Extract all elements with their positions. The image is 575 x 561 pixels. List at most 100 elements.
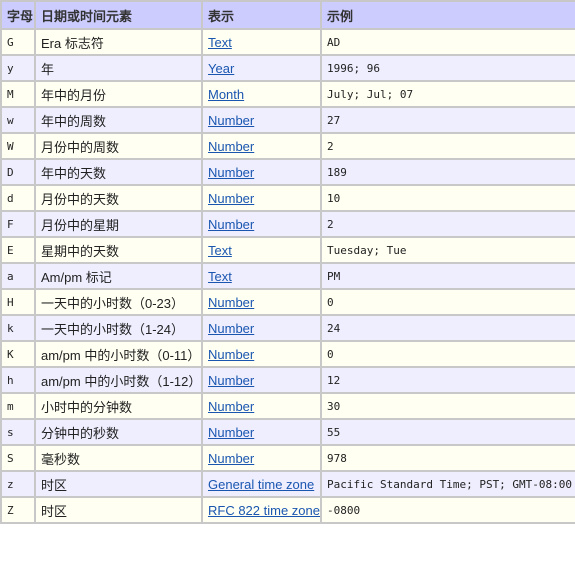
presentation-cell: Text — [201, 262, 322, 290]
presentation-link[interactable]: RFC 822 time zone — [208, 503, 319, 518]
date-time-element: 时区 — [34, 470, 203, 498]
presentation-link[interactable]: Number — [208, 191, 254, 206]
example-value: 2 — [320, 210, 575, 238]
table-row: H 一天中的小时数（0-23） Number 0 — [0, 288, 575, 316]
date-time-element: 毫秒数 — [34, 444, 203, 472]
date-time-element: 年中的天数 — [34, 158, 203, 186]
header-letter: 字母 — [0, 0, 36, 30]
example-value: 27 — [320, 106, 575, 134]
pattern-letter: S — [0, 444, 36, 472]
presentation-link[interactable]: Text — [208, 243, 232, 258]
example-value: 30 — [320, 392, 575, 420]
table-row: m 小时中的分钟数 Number 30 — [0, 392, 575, 420]
table-row: h am/pm 中的小时数（1-12） Number 12 — [0, 366, 575, 394]
presentation-link[interactable]: Number — [208, 217, 254, 232]
pattern-letter: k — [0, 314, 36, 342]
example-value: 0 — [320, 340, 575, 368]
presentation-link[interactable]: Number — [208, 347, 254, 362]
presentation-cell: General time zone — [201, 470, 322, 498]
table-row: a Am/pm 标记 Text PM — [0, 262, 575, 290]
presentation-cell: Number — [201, 210, 322, 238]
date-time-element: 分钟中的秒数 — [34, 418, 203, 446]
example-value: 24 — [320, 314, 575, 342]
header-element: 日期或时间元素 — [34, 0, 203, 30]
presentation-cell: RFC 822 time zone — [201, 496, 322, 524]
pattern-letter: F — [0, 210, 36, 238]
pattern-letter: h — [0, 366, 36, 394]
pattern-letter: s — [0, 418, 36, 446]
presentation-link[interactable]: Number — [208, 321, 254, 336]
presentation-link[interactable]: Number — [208, 373, 254, 388]
example-value: 978 — [320, 444, 575, 472]
presentation-cell: Number — [201, 132, 322, 160]
header-row: 字母 日期或时间元素 表示 示例 — [0, 0, 575, 30]
presentation-cell: Number — [201, 418, 322, 446]
presentation-link[interactable]: Year — [208, 61, 234, 76]
pattern-letter: M — [0, 80, 36, 108]
example-value: Tuesday; Tue — [320, 236, 575, 264]
date-time-element: 一天中的小时数（1-24） — [34, 314, 203, 342]
table-row: G Era 标志符 Text AD — [0, 28, 575, 56]
presentation-link[interactable]: Number — [208, 451, 254, 466]
example-value: 1996; 96 — [320, 54, 575, 82]
example-value: July; Jul; 07 — [320, 80, 575, 108]
table-row: Z 时区 RFC 822 time zone -0800 — [0, 496, 575, 524]
presentation-cell: Number — [201, 106, 322, 134]
example-value: Pacific Standard Time; PST; GMT-08:00 — [320, 470, 575, 498]
date-time-element: 年中的周数 — [34, 106, 203, 134]
table-row: D 年中的天数 Number 189 — [0, 158, 575, 186]
date-time-element: 年中的月份 — [34, 80, 203, 108]
presentation-link[interactable]: Number — [208, 399, 254, 414]
table-row: d 月份中的天数 Number 10 — [0, 184, 575, 212]
table-body: G Era 标志符 Text AD y 年 Year 1996; 96 M 年中… — [0, 28, 575, 524]
pattern-letter: w — [0, 106, 36, 134]
pattern-letter: y — [0, 54, 36, 82]
presentation-link[interactable]: Number — [208, 139, 254, 154]
date-time-element: am/pm 中的小时数（0-11） — [34, 340, 203, 368]
pattern-letter: H — [0, 288, 36, 316]
presentation-cell: Number — [201, 288, 322, 316]
date-time-element: 月份中的星期 — [34, 210, 203, 238]
pattern-letter: K — [0, 340, 36, 368]
table-row: k 一天中的小时数（1-24） Number 24 — [0, 314, 575, 342]
presentation-cell: Year — [201, 54, 322, 82]
presentation-link[interactable]: Number — [208, 295, 254, 310]
table-row: s 分钟中的秒数 Number 55 — [0, 418, 575, 446]
table-row: K am/pm 中的小时数（0-11） Number 0 — [0, 340, 575, 368]
table-row: W 月份中的周数 Number 2 — [0, 132, 575, 160]
presentation-cell: Number — [201, 444, 322, 472]
date-time-element: 时区 — [34, 496, 203, 524]
table-row: E 星期中的天数 Text Tuesday; Tue — [0, 236, 575, 264]
presentation-link[interactable]: Text — [208, 269, 232, 284]
date-time-element: 月份中的天数 — [34, 184, 203, 212]
presentation-cell: Text — [201, 28, 322, 56]
date-format-table: 字母 日期或时间元素 表示 示例 G Era 标志符 Text AD y 年 Y… — [0, 0, 575, 524]
presentation-link[interactable]: General time zone — [208, 477, 314, 492]
date-time-element: 小时中的分钟数 — [34, 392, 203, 420]
header-example: 示例 — [320, 0, 575, 30]
presentation-cell: Number — [201, 158, 322, 186]
example-value: 12 — [320, 366, 575, 394]
pattern-letter: d — [0, 184, 36, 212]
presentation-cell: Number — [201, 392, 322, 420]
example-value: PM — [320, 262, 575, 290]
pattern-letter: m — [0, 392, 36, 420]
presentation-link[interactable]: Text — [208, 35, 232, 50]
presentation-link[interactable]: Number — [208, 425, 254, 440]
presentation-cell: Number — [201, 366, 322, 394]
example-value: -0800 — [320, 496, 575, 524]
presentation-link[interactable]: Number — [208, 113, 254, 128]
presentation-link[interactable]: Month — [208, 87, 244, 102]
pattern-letter: D — [0, 158, 36, 186]
presentation-link[interactable]: Number — [208, 165, 254, 180]
example-value: 189 — [320, 158, 575, 186]
table-row: z 时区 General time zone Pacific Standard … — [0, 470, 575, 498]
table-row: M 年中的月份 Month July; Jul; 07 — [0, 80, 575, 108]
example-value: 0 — [320, 288, 575, 316]
date-time-element: 一天中的小时数（0-23） — [34, 288, 203, 316]
pattern-letter: a — [0, 262, 36, 290]
table-row: w 年中的周数 Number 27 — [0, 106, 575, 134]
table-header: 字母 日期或时间元素 表示 示例 — [0, 0, 575, 30]
date-time-element: Am/pm 标记 — [34, 262, 203, 290]
date-time-element: 月份中的周数 — [34, 132, 203, 160]
